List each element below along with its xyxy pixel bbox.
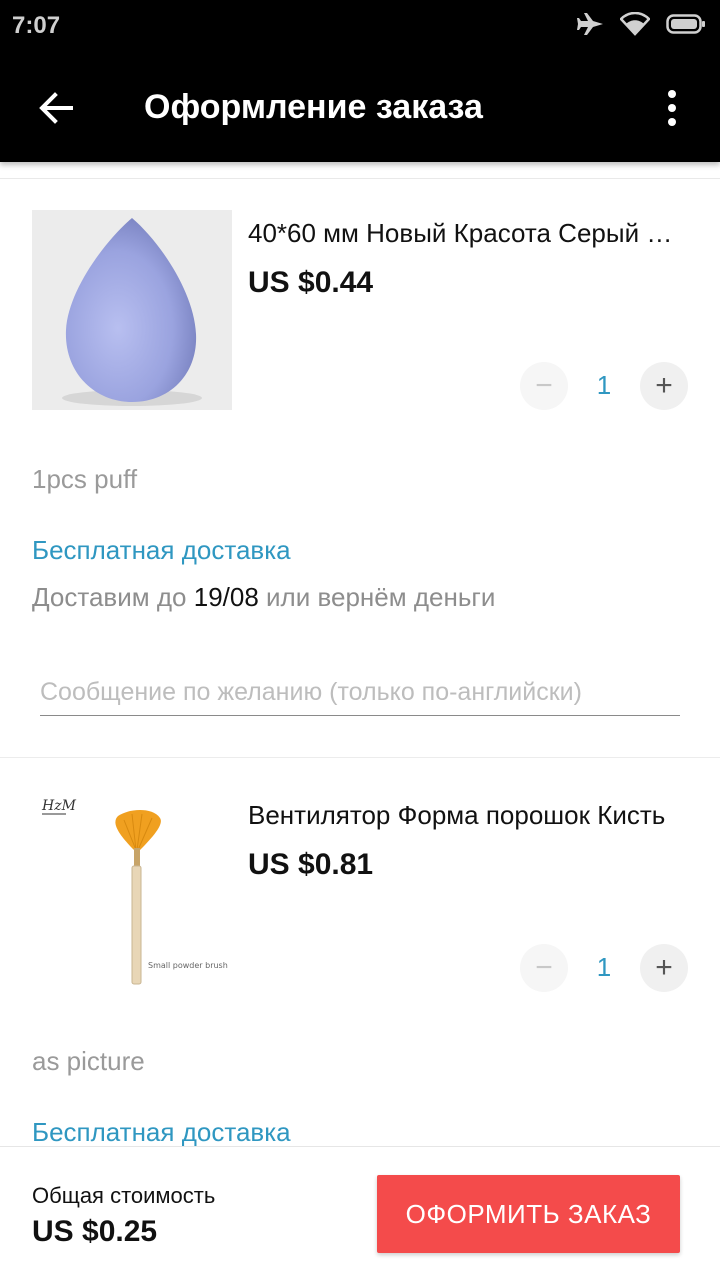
sku-option: as picture: [32, 1046, 145, 1076]
quantity-stepper: − 1 +: [520, 362, 688, 410]
wifi-icon: [619, 11, 651, 41]
more-options-button[interactable]: [648, 80, 696, 136]
quantity-value: 1: [596, 952, 612, 982]
order-item: HzM Small powder brush Вентилятор Форма …: [0, 758, 720, 1146]
app-bar: Оформление заказа: [0, 52, 720, 162]
quantity-value: 1: [596, 370, 612, 400]
product-title[interactable]: 40*60 мм Новый Красота Серый Спонж: [248, 218, 688, 249]
total-value: US $0.25: [32, 1215, 158, 1248]
image-brand-text: HzM: [41, 798, 77, 814]
product-price: US $0.81: [248, 848, 374, 881]
quantity-stepper: − 1 +: [520, 944, 688, 992]
checkout-bar: Общая стоимость US $0.25 ОФОРМИТЬ ЗАКАЗ: [0, 1146, 720, 1280]
status-time: 7:07: [12, 12, 61, 39]
sku-option: 1pcs puff: [32, 464, 138, 494]
battery-icon: [666, 12, 706, 41]
increase-quantity-button[interactable]: +: [640, 944, 688, 992]
page-title: Оформление заказа: [144, 88, 483, 126]
delivery-guarantee: Доставим до 19/08 или вернём деньги: [32, 582, 496, 612]
place-order-button[interactable]: ОФОРМИТЬ ЗАКАЗ: [377, 1175, 680, 1253]
order-item: 40*60 мм Новый Красота Серый Спонж US $0…: [0, 162, 720, 758]
shipping-method-link[interactable]: Бесплатная доставка: [32, 535, 291, 566]
status-icons: [576, 11, 706, 41]
shipping-method-link[interactable]: Бесплатная доставка: [32, 1117, 291, 1146]
decrease-quantity-button[interactable]: −: [520, 362, 568, 410]
back-button[interactable]: [28, 80, 84, 136]
product-title[interactable]: Вентилятор Форма порошок Кисть: [248, 800, 688, 831]
decrease-quantity-button[interactable]: −: [520, 944, 568, 992]
delivery-date: 19/08: [193, 582, 259, 612]
product-image[interactable]: [32, 210, 232, 410]
product-image[interactable]: HzM Small powder brush: [32, 790, 232, 990]
airplane-icon: [576, 12, 604, 41]
status-bar: 7:07: [0, 0, 720, 52]
product-price: US $0.44: [248, 266, 374, 299]
seller-message-field: [40, 672, 680, 716]
arrow-left-icon: [39, 92, 73, 124]
increase-quantity-button[interactable]: +: [640, 362, 688, 410]
seller-message-input[interactable]: [40, 672, 680, 712]
image-caption-text: Small powder brush: [148, 961, 228, 970]
more-vert-icon: [668, 90, 676, 98]
total-label: Общая стоимость: [32, 1183, 216, 1208]
order-items-list[interactable]: 40*60 мм Новый Красота Серый Спонж US $0…: [0, 162, 720, 1146]
